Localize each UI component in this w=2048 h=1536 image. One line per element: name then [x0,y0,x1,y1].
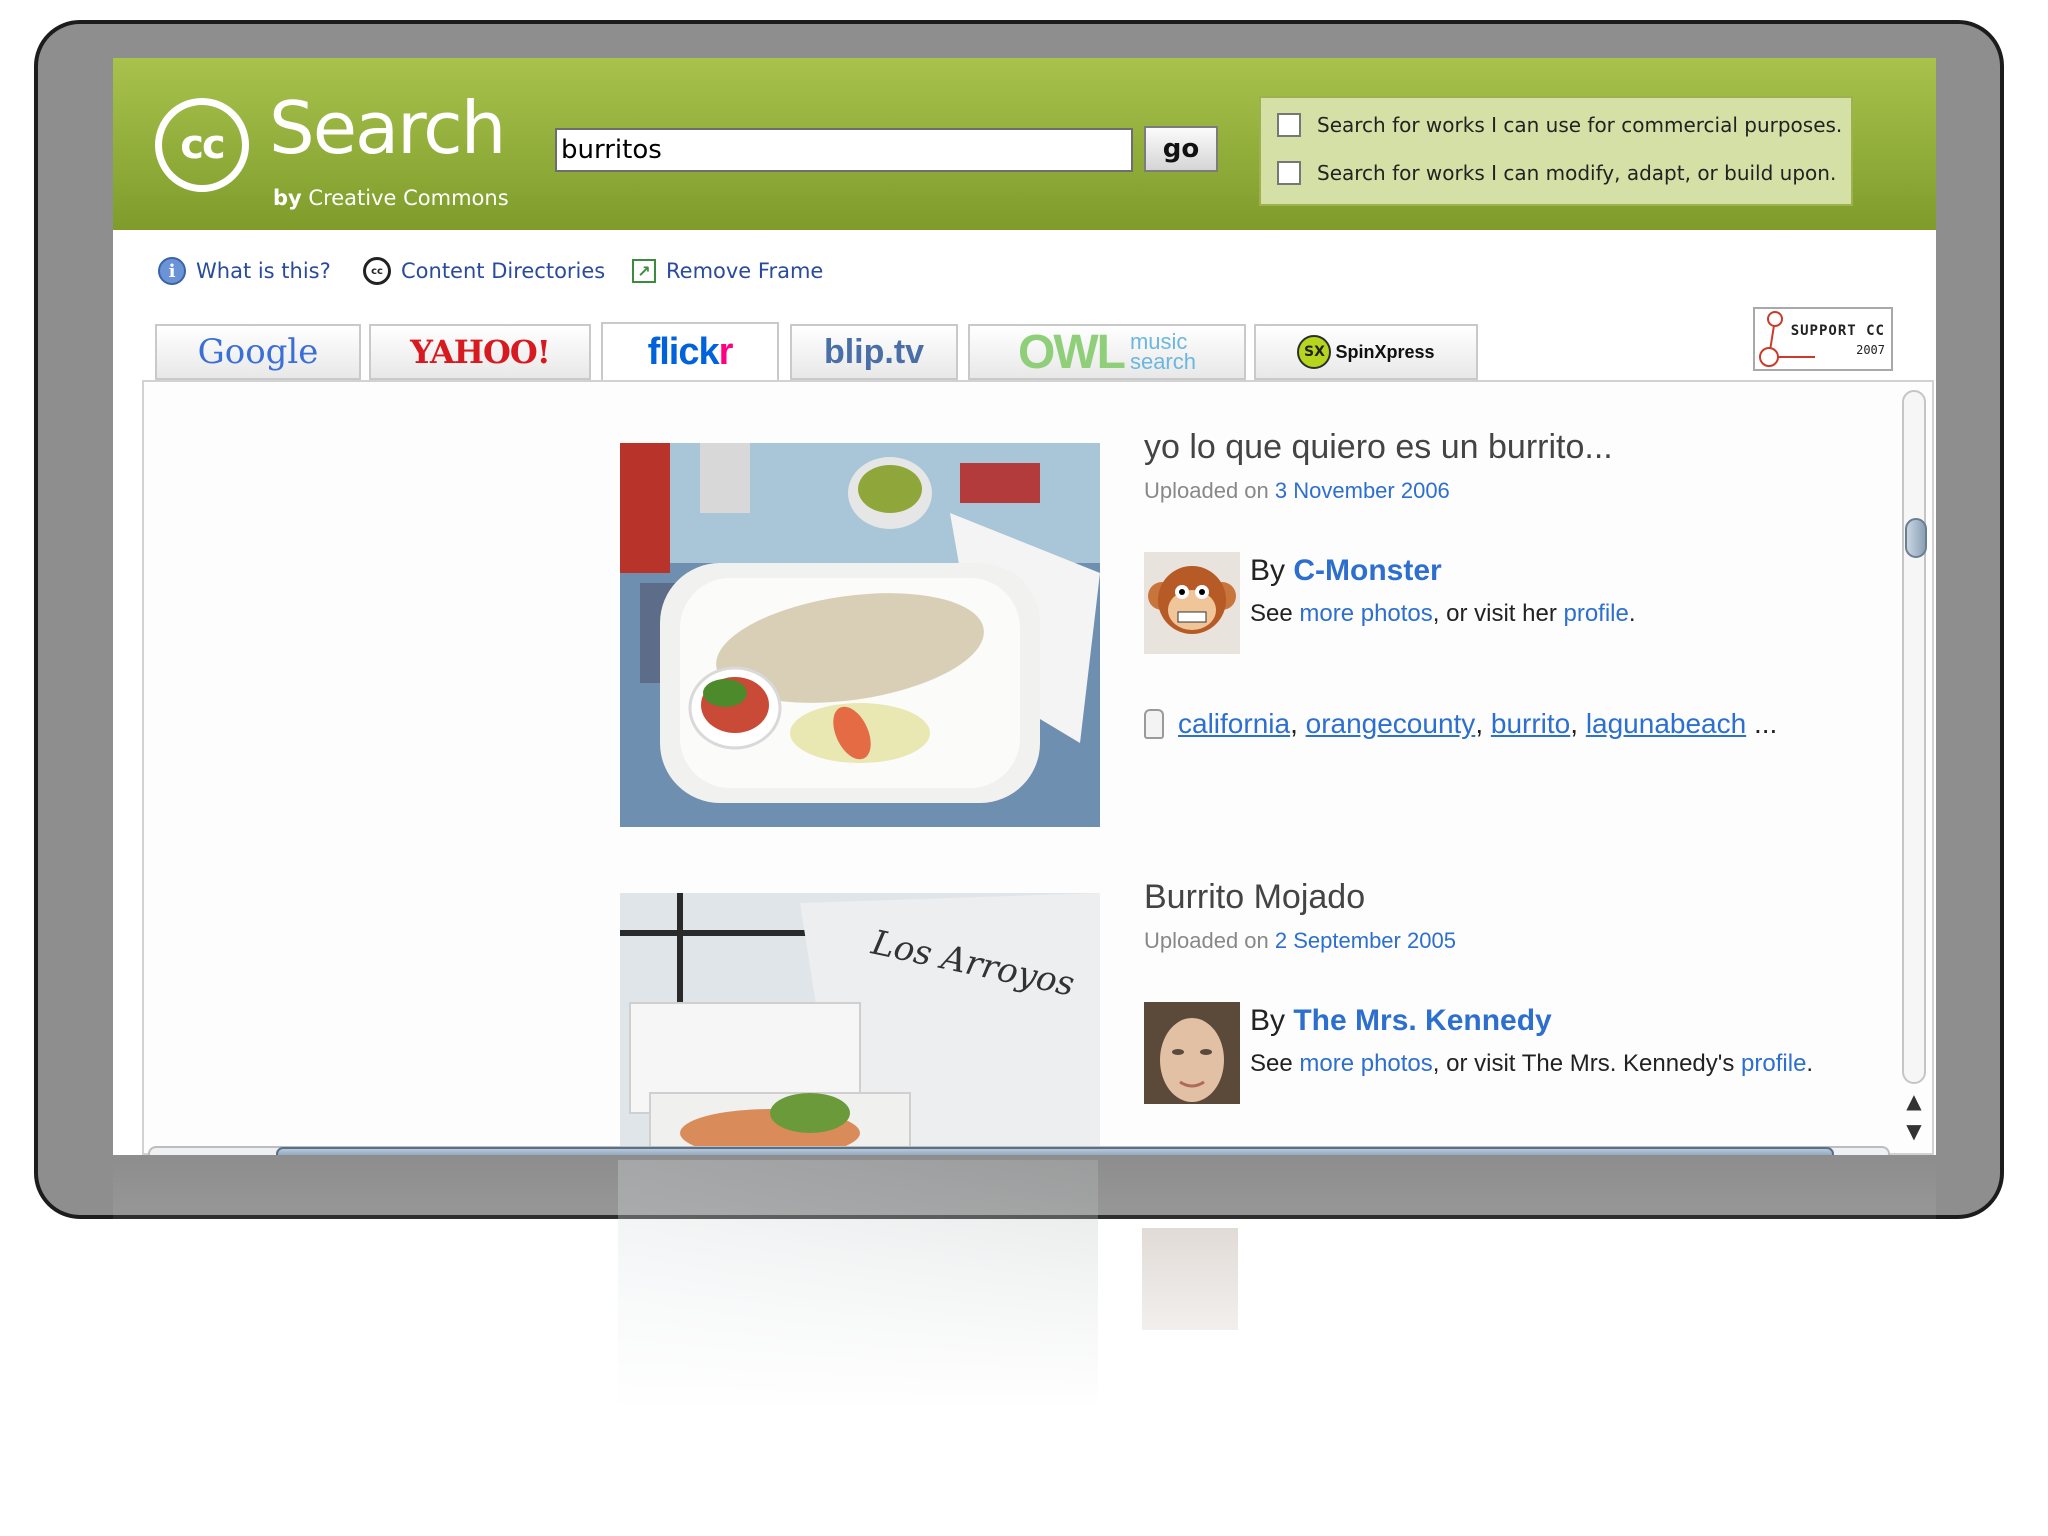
flickr-logo-part2: r [718,330,734,373]
support-cc-badge[interactable]: SUPPORT CC 2007 [1753,307,1893,371]
option-commercial-label: Search for works I can use for commercia… [1317,113,1843,137]
modify-checkbox[interactable] [1277,161,1301,185]
tag-link[interactable]: orangecounty [1306,708,1476,740]
more-photos-link[interactable]: more photos [1299,1050,1432,1077]
scroll-up-arrow-icon[interactable]: ▲ [1902,1086,1926,1116]
date-link[interactable]: 2 September 2005 [1275,928,1456,953]
license-options: Search for works I can use for commercia… [1259,96,1853,206]
tab-spinxpress[interactable]: SX SpinXpress [1254,324,1478,380]
woman-avatar-icon [1144,1002,1240,1104]
spinxpress-label: SpinXpress [1335,341,1435,362]
what-is-this-link[interactable]: i What is this? [158,254,331,288]
see-period: . [1628,600,1636,627]
flickr-logo-part1: flick [647,330,720,373]
owl-sub-search: search [1129,349,1196,374]
go-button[interactable]: go [1144,126,1218,172]
monkey-avatar-icon [1144,552,1240,654]
remove-frame-label: Remove Frame [666,259,824,283]
tab-google[interactable]: Google [155,324,361,380]
scroll-down-arrow-icon[interactable]: ▼ [1902,1116,1926,1146]
vertical-scroll-track[interactable] [1902,390,1927,1084]
tab-yahoo[interactable]: YAHOO! [369,324,591,380]
content-directories-link[interactable]: cc Content Directories [363,254,605,288]
by-prefix: By [1250,1004,1286,1037]
google-logo: Google [197,332,319,372]
visit-text: , or visit The Mrs. Kennedy's [1432,1050,1735,1077]
remove-frame-link[interactable]: ↗ Remove Frame [632,254,823,288]
option-commercial[interactable]: Search for works I can use for commercia… [1277,110,1842,140]
result-thumbnail-burrito-mojado[interactable]: Los Arroyos [620,893,1100,1155]
tab-owl[interactable]: OWL music search [968,324,1246,380]
result-upload-date: Uploaded on 3 November 2006 [1144,478,1450,504]
support-cc-label: SUPPORT CC [1790,323,1885,339]
vertical-scrollbar[interactable]: ▲ ▼ [1902,390,1927,1143]
info-icon: i [158,257,186,285]
external-link-icon: ↗ [632,259,656,283]
author-avatar[interactable] [1144,552,1240,654]
see-period: . [1806,1050,1814,1077]
vertical-scroll-thumb[interactable] [1905,518,1927,558]
support-cc-year: 2007 [1856,343,1885,357]
what-is-this-label: What is this? [196,259,331,283]
result-see-more: See more photos, or visit The Mrs. Kenne… [1250,1050,1813,1078]
tags-more: ... [1753,708,1778,739]
content-directories-label: Content Directories [401,259,606,283]
profile-link[interactable]: profile [1563,600,1628,627]
result-upload-date: Uploaded on 2 September 2005 [1144,928,1456,954]
result-byline: By The Mrs. Kennedy [1250,1004,1552,1038]
uploaded-prefix: Uploaded on [1144,478,1269,503]
tag-link[interactable]: california [1178,708,1290,740]
option-modify-label: Search for works I can modify, adapt, or… [1317,161,1837,185]
yahoo-logo: YAHOO! [410,333,551,371]
cc-search-header: cc Search by Creative Commons go Search … [113,58,1936,230]
logo-by-org: Creative Commons [308,186,509,210]
commercial-checkbox[interactable] [1277,113,1301,137]
logo-wordmark: Search [269,86,506,170]
owl-subtitle: music search [1129,331,1196,374]
horizontal-scrollbar[interactable] [148,1146,1890,1155]
screen-reflection [113,1160,1936,1420]
result-see-more: See more photos, or visit her profile. [1250,600,1636,628]
more-photos-link[interactable]: more photos [1299,600,1432,627]
result-byline: By C-Monster [1250,554,1442,588]
cc-icon: cc [363,257,391,285]
tag-link[interactable]: lagunabeach [1586,708,1746,740]
cc-logo-icon: cc [155,98,249,192]
author-avatar[interactable] [1144,1002,1240,1104]
result-title[interactable]: yo lo que quiero es un burrito... [1144,428,1613,467]
takeout-bag-photo: Los Arroyos [620,893,1100,1155]
logo-byline: by Creative Commons [273,186,509,210]
profile-link[interactable]: profile [1741,1050,1806,1077]
by-prefix: By [1250,554,1286,587]
burrito-plate-photo [620,443,1100,827]
result-tags: california, orangecounty, burrito, lagun… [1144,704,1777,744]
results-frame: yo lo que quiero es un burrito... Upload… [142,380,1934,1155]
horizontal-scroll-thumb[interactable] [276,1147,1834,1155]
date-link[interactable]: 3 November 2006 [1275,478,1450,503]
tag-icon [1144,709,1164,739]
spinxpress-icon: SX [1297,335,1332,369]
owl-logo: OWL [1017,325,1126,379]
see-prefix: See [1250,1050,1293,1077]
tab-blip[interactable]: blip.tv [790,324,958,380]
result-thumbnail-burrito[interactable] [620,443,1100,827]
blip-logo: blip.tv [823,332,925,371]
support-cc-network-icon [1759,311,1815,367]
result-title[interactable]: Burrito Mojado [1144,878,1365,917]
browser-screen: cc Search by Creative Commons go Search … [113,58,1936,1155]
reflection-fade [113,1160,1936,1420]
option-modify[interactable]: Search for works I can modify, adapt, or… [1277,158,1836,188]
tag-link[interactable]: burrito [1491,708,1570,740]
visit-text: , or visit her [1432,600,1557,627]
see-prefix: See [1250,600,1293,627]
logo-by-prefix: by [273,186,302,210]
tab-flickr[interactable]: flick r [601,322,779,382]
search-input[interactable] [555,128,1133,172]
author-link[interactable]: The Mrs. Kennedy [1293,1004,1551,1037]
author-link[interactable]: C-Monster [1293,554,1441,587]
uploaded-prefix: Uploaded on [1144,928,1269,953]
